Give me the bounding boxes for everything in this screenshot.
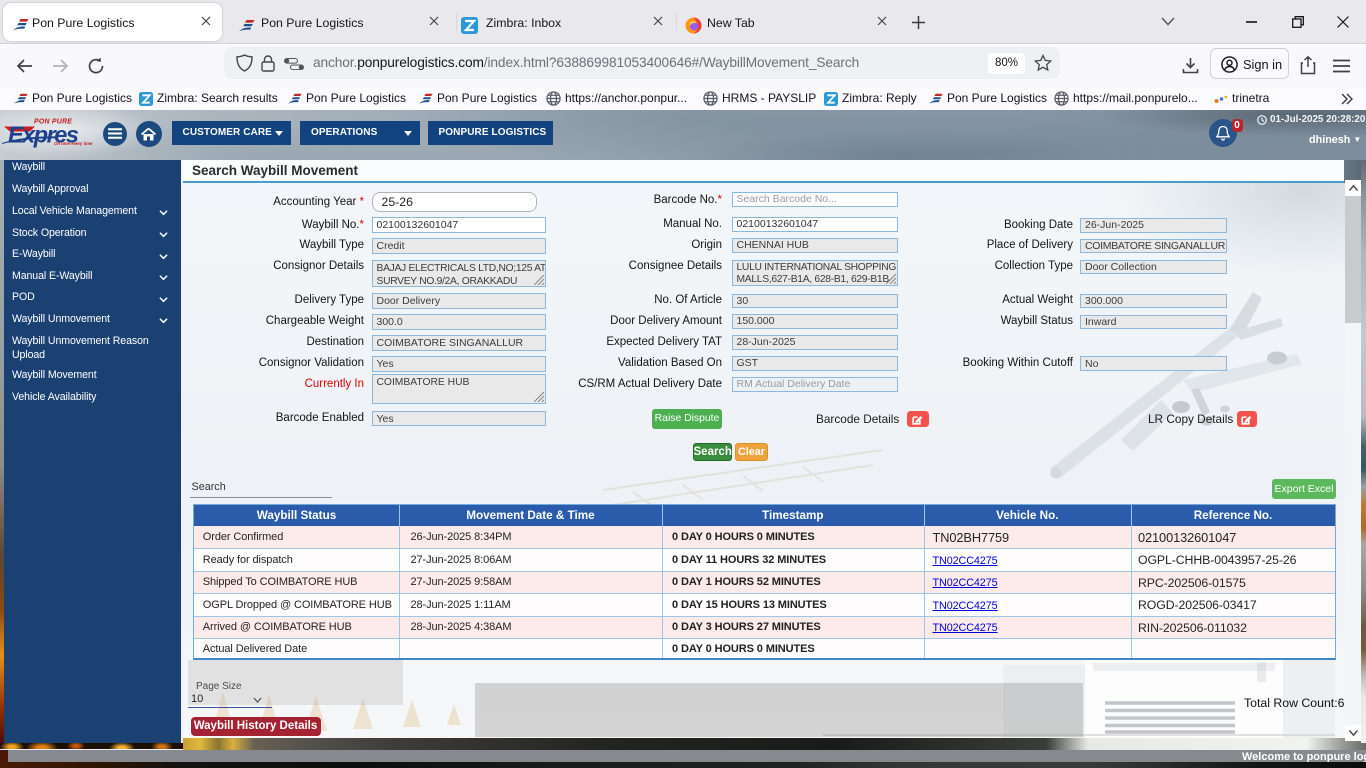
svg-text:On time every time: On time every time <box>54 141 93 146</box>
